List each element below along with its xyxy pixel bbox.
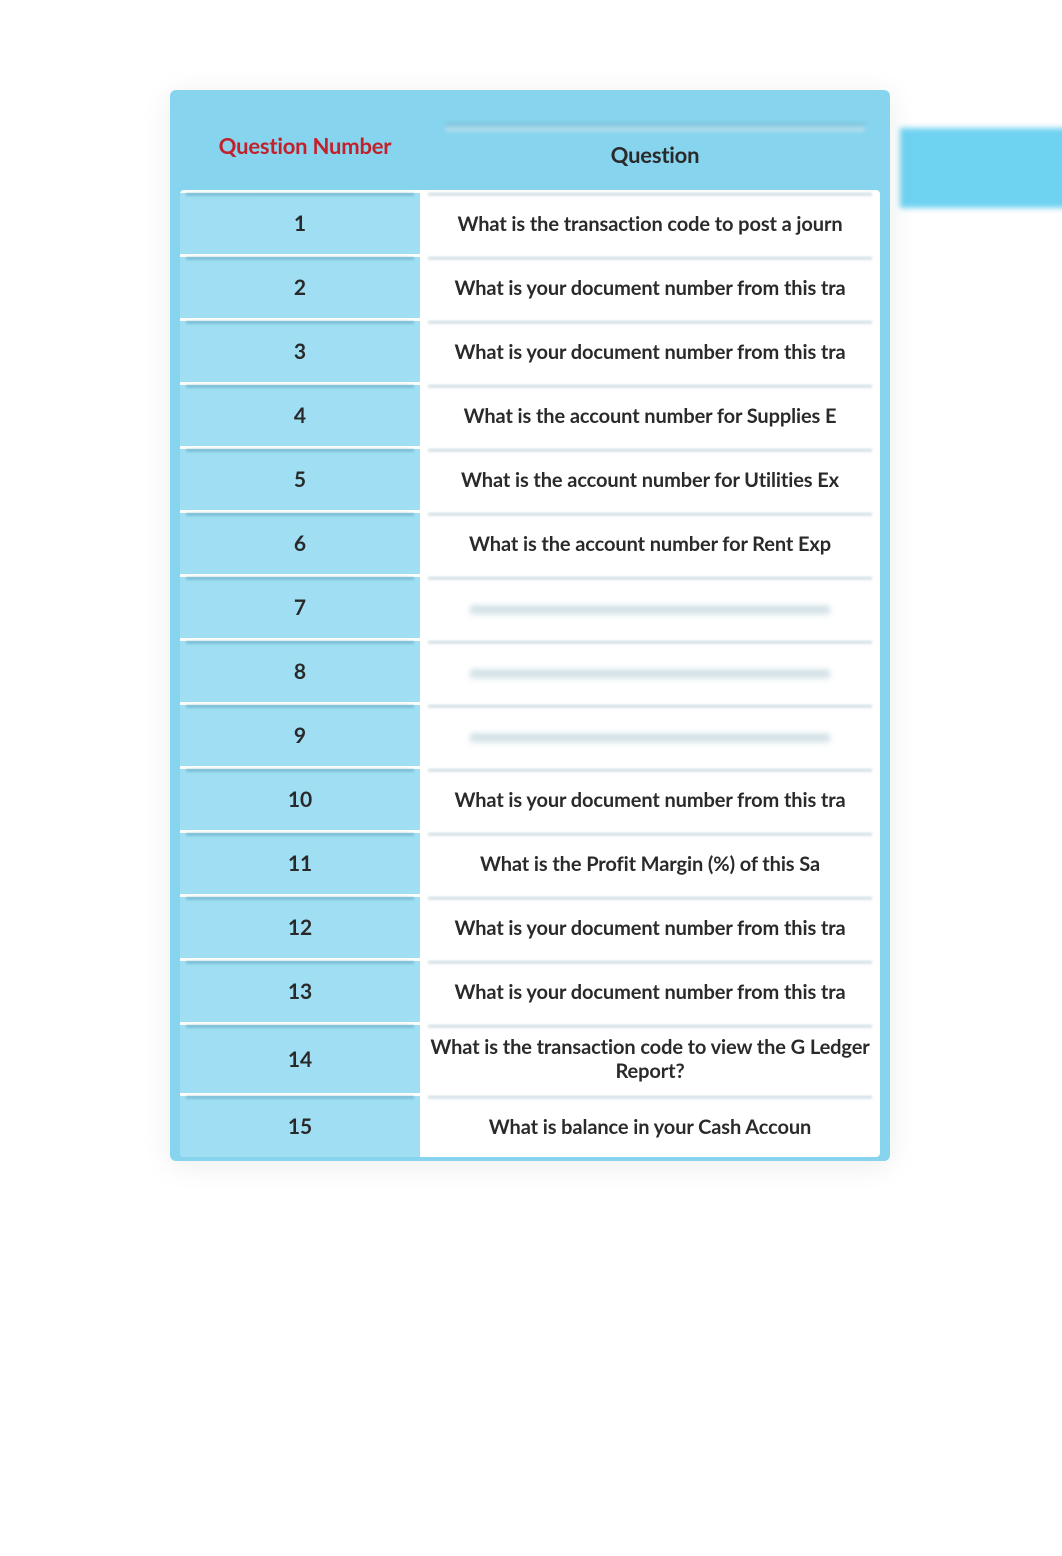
cell-question-number: 6 [180,513,420,574]
table-row: 5 What is the account number for Utiliti… [180,446,880,510]
cell-question-text: What is the account number for Rent Exp [420,513,880,574]
cell-question-number: 9 [180,705,420,766]
cell-question-text [420,705,880,766]
table-row: 14 What is the transaction code to view … [180,1022,880,1093]
table-row: 12 What is your document number from thi… [180,894,880,958]
cell-question-text: What is the account number for Utilities… [420,449,880,510]
table-row: 4 What is the account number for Supplie… [180,382,880,446]
cell-question-number: 7 [180,577,420,638]
cell-question-number: 1 [180,193,420,254]
cell-question-number: 2 [180,257,420,318]
table-row: 3 What is your document number from this… [180,318,880,382]
cell-question-text: What is your document number from this t… [420,257,880,318]
header-question-label: Question [611,141,700,168]
cell-question-number: 14 [180,1025,420,1093]
table-header-row: Question Number Question [180,100,880,190]
cell-question-number: 10 [180,769,420,830]
table-row: 6 What is the account number for Rent Ex… [180,510,880,574]
table-row: 1 What is the transaction code to post a… [180,190,880,254]
table-row: 15 What is balance in your Cash Accoun [180,1093,880,1157]
cell-question-text: What is your document number from this t… [420,961,880,1022]
cell-question-text: What is your document number from this t… [420,321,880,382]
cell-question-number: 5 [180,449,420,510]
cell-question-number: 12 [180,897,420,958]
cell-question-text: What is the Profit Margin (%) of this Sa [420,833,880,894]
cell-question-number: 15 [180,1096,420,1157]
table-row: 13 What is your document number from thi… [180,958,880,1022]
header-question: Question [430,123,880,168]
side-decorative-strip [900,128,1062,208]
table-row: 10 What is your document number from thi… [180,766,880,830]
table-row: 8 [180,638,880,702]
blurred-placeholder [470,734,830,744]
cell-question-text: What is the transaction code to view the… [420,1025,880,1093]
table-row: 9 [180,702,880,766]
cell-question-number: 4 [180,385,420,446]
table-row: 11 What is the Profit Margin (%) of this… [180,830,880,894]
cell-question-text: What is balance in your Cash Accoun [420,1096,880,1157]
page-container: Question Number Question 1 What is the t… [0,0,1062,1161]
table-row: 7 [180,574,880,638]
blurred-placeholder [470,606,830,616]
cell-question-text: What is your document number from this t… [420,897,880,958]
questions-table: Question Number Question 1 What is the t… [170,90,890,1161]
cell-question-number: 13 [180,961,420,1022]
table-wrapper: Question Number Question 1 What is the t… [170,90,1062,1161]
table-body: 1 What is the transaction code to post a… [180,190,880,1157]
cell-question-text: What is the transaction code to post a j… [420,193,880,254]
cell-question-number: 11 [180,833,420,894]
cell-question-text: What is your document number from this t… [420,769,880,830]
header-question-number: Question Number [180,132,430,159]
header-blur-decor [445,123,865,131]
cell-question-text: What is the account number for Supplies … [420,385,880,446]
table-row: 2 What is your document number from this… [180,254,880,318]
cell-question-text [420,641,880,702]
blurred-placeholder [470,670,830,680]
cell-question-text [420,577,880,638]
cell-question-number: 3 [180,321,420,382]
cell-question-number: 8 [180,641,420,702]
